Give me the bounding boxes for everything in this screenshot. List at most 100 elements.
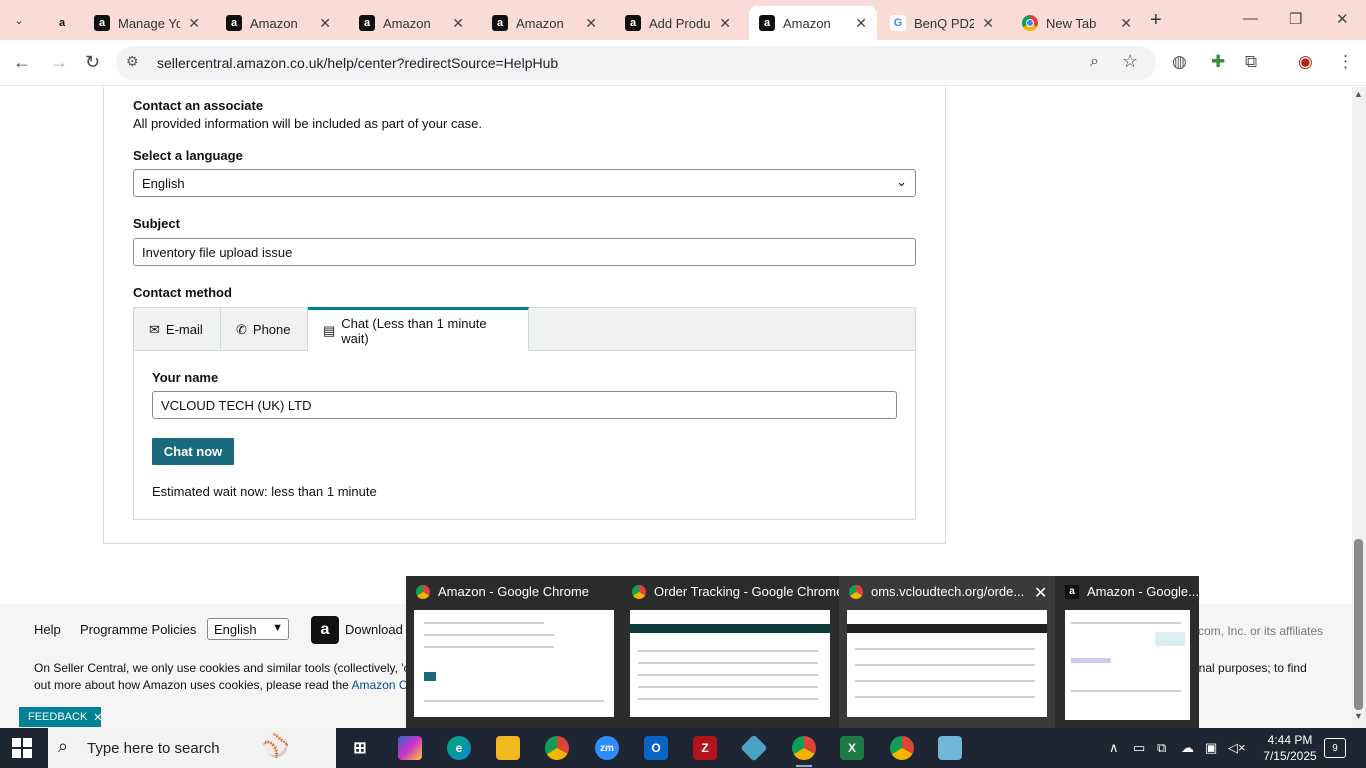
site-info-icon[interactable]: ⚙ xyxy=(126,53,139,70)
restore-button[interactable]: ❐ xyxy=(1289,10,1302,28)
thumbnail-window-3[interactable]: oms.vcloudtech.org/orde... ✕ xyxy=(839,576,1055,728)
zoom-app-icon[interactable]: zm xyxy=(595,736,619,760)
contact-heading: Contact an associate xyxy=(133,98,264,113)
chevron-down-icon: ⌄ xyxy=(896,174,907,189)
extension-add-icon[interactable]: ✚ xyxy=(1211,52,1225,72)
close-tab-icon[interactable]: ✕ xyxy=(585,15,597,32)
edge-icon[interactable]: e xyxy=(447,736,471,760)
taskbar-clock[interactable]: 4:44 PM 7/15/2025 xyxy=(1258,732,1322,764)
meet-now-icon[interactable]: ▭ xyxy=(1133,740,1145,756)
close-thumbnail-icon[interactable]: ✕ xyxy=(1034,583,1047,603)
back-button[interactable]: ← xyxy=(13,52,31,73)
onedrive-icon[interactable]: ☁ xyxy=(1181,740,1194,756)
your-name-input[interactable] xyxy=(152,391,897,419)
tab-title: New Tab xyxy=(1046,15,1097,31)
language-select[interactable]: English ⌄ xyxy=(133,169,916,197)
browser-toolbar: ← → ↻ ⚙ sellercentral.amazon.co.uk/help/… xyxy=(0,40,1366,86)
subject-input[interactable] xyxy=(133,238,916,266)
minimize-button[interactable]: — xyxy=(1243,10,1258,27)
volume-icon[interactable]: ◁× xyxy=(1228,740,1246,756)
zoom-icon[interactable]: ⌕ xyxy=(1090,53,1099,71)
close-window-button[interactable]: ✕ xyxy=(1336,10,1349,28)
filezilla-icon[interactable]: Z xyxy=(693,736,717,760)
tab-search-button[interactable]: ⌄ xyxy=(6,8,32,32)
browser-tab[interactable]: New Tab ✕ xyxy=(1012,6,1142,40)
amazon-icon: a xyxy=(492,15,508,31)
thumbnail-window-1[interactable]: Amazon - Google Chrome xyxy=(406,576,622,728)
phone-icon: ✆ xyxy=(236,321,247,337)
copilot-icon[interactable] xyxy=(398,736,422,760)
browser-tab[interactable]: a Amazon ✕ xyxy=(482,6,607,40)
display-icon[interactable]: ⧉ xyxy=(1157,740,1166,756)
show-hidden-icons-icon[interactable]: ∧ xyxy=(1109,740,1119,756)
bookmark-star-icon[interactable]: ☆ xyxy=(1122,51,1138,72)
browser-menu-icon[interactable]: ⋮ xyxy=(1337,52,1354,72)
windows-start-icon[interactable] xyxy=(12,738,32,758)
pinned-tab-amazon[interactable]: a xyxy=(44,6,84,40)
browser-tab[interactable]: a Amazon ✕ xyxy=(749,6,877,40)
browser-tab[interactable]: a Manage Yo ✕ xyxy=(84,6,210,40)
close-tab-icon[interactable]: ✕ xyxy=(982,15,994,32)
close-tab-icon[interactable]: ✕ xyxy=(188,15,200,32)
excel-icon[interactable]: X xyxy=(840,736,864,760)
taskbar-search-box[interactable]: ⌕ Type here to search ⚾ xyxy=(48,728,336,768)
footer-policies-link[interactable]: Programme Policies xyxy=(80,622,196,637)
forward-button[interactable]: → xyxy=(50,52,68,73)
browser-tab[interactable]: a Amazon ✕ xyxy=(216,6,341,40)
notification-center-icon[interactable]: 9 xyxy=(1324,738,1346,758)
feedback-button[interactable]: FEEDBACK ✕ xyxy=(19,707,103,727)
cookie-text-2: out more about how Amazon uses cookies, … xyxy=(34,678,414,692)
chrome-active-icon[interactable] xyxy=(792,736,816,767)
amazon-icon: a xyxy=(94,15,110,31)
tab-phone-label: Phone xyxy=(252,322,291,337)
cookie-text-1-end: onal purposes; to find xyxy=(1192,661,1307,675)
tab-phone[interactable]: ✆ Phone xyxy=(221,308,308,351)
file-explorer-icon[interactable] xyxy=(496,736,520,760)
chat-now-button[interactable]: Chat now xyxy=(152,438,234,465)
chat-icon: ▤ xyxy=(323,322,336,338)
reload-button[interactable]: ↻ xyxy=(85,52,100,73)
close-tab-icon[interactable]: ✕ xyxy=(452,15,464,32)
footer-language-select[interactable]: English ▼ xyxy=(207,618,289,640)
chrome-icon[interactable] xyxy=(545,736,569,760)
page-scrollbar[interactable]: ▲ ▼ xyxy=(1352,87,1366,728)
task-view-icon[interactable]: ⊞ xyxy=(348,736,372,760)
feedback-label: FEEDBACK xyxy=(28,711,88,723)
close-tab-icon[interactable]: ✕ xyxy=(1120,15,1132,32)
thumbnail-title: oms.vcloudtech.org/orde... xyxy=(871,584,1025,599)
profile-avatar-icon[interactable]: ◉ xyxy=(1298,52,1313,72)
amazon-icon: a xyxy=(759,15,775,31)
tab-title: BenQ PD27 xyxy=(914,15,975,31)
close-tab-icon[interactable]: ✕ xyxy=(855,15,867,32)
close-tab-icon[interactable]: ✕ xyxy=(719,15,731,32)
chrome-icon xyxy=(1022,15,1038,31)
close-icon[interactable]: ✕ xyxy=(93,711,102,724)
close-tab-icon[interactable]: ✕ xyxy=(319,15,331,32)
extensions-puzzle-icon[interactable]: ⧉ xyxy=(1245,52,1257,72)
language-select-value: English xyxy=(142,176,185,191)
thumbnail-window-4[interactable]: a Amazon - Google... xyxy=(1055,576,1199,728)
app-window-icon[interactable] xyxy=(938,736,962,760)
thumbnail-window-2[interactable]: Order Tracking - Google Chrome xyxy=(622,576,843,728)
translate-icon[interactable]: ◍ xyxy=(1172,52,1187,72)
chrome-profile-icon[interactable] xyxy=(890,736,914,760)
tab-chat[interactable]: ▤ Chat (Less than 1 minute wait) xyxy=(308,307,529,351)
browser-tab[interactable]: a Amazon ✕ xyxy=(349,6,474,40)
address-bar[interactable]: ⚙ sellercentral.amazon.co.uk/help/center… xyxy=(116,46,1156,80)
tab-email[interactable]: ✉ E-mail xyxy=(134,308,221,351)
seller-app-icon[interactable]: a xyxy=(311,616,339,644)
scrollbar-thumb[interactable] xyxy=(1354,539,1363,710)
outlook-icon[interactable]: O xyxy=(644,736,668,760)
new-tab-button[interactable]: + xyxy=(1150,9,1162,32)
cookie-policy-link[interactable]: Amazon Co xyxy=(352,678,415,692)
network-icon[interactable]: ▣ xyxy=(1205,740,1217,756)
mail-icon: ✉ xyxy=(149,321,160,337)
contact-method-tabs: ✉ E-mail ✆ Phone ▤ Chat (Less than 1 min… xyxy=(133,307,916,351)
app-diamond-icon[interactable] xyxy=(740,734,768,762)
scroll-down-arrow-icon[interactable]: ▼ xyxy=(1354,711,1363,721)
footer-help-link[interactable]: Help xyxy=(34,622,61,637)
scroll-up-arrow-icon[interactable]: ▲ xyxy=(1354,89,1363,99)
browser-tab[interactable]: a Add Produ ✕ xyxy=(615,6,741,40)
browser-tab[interactable]: G BenQ PD27 ✕ xyxy=(880,6,1004,40)
contact-subheading: All provided information will be include… xyxy=(133,116,483,131)
